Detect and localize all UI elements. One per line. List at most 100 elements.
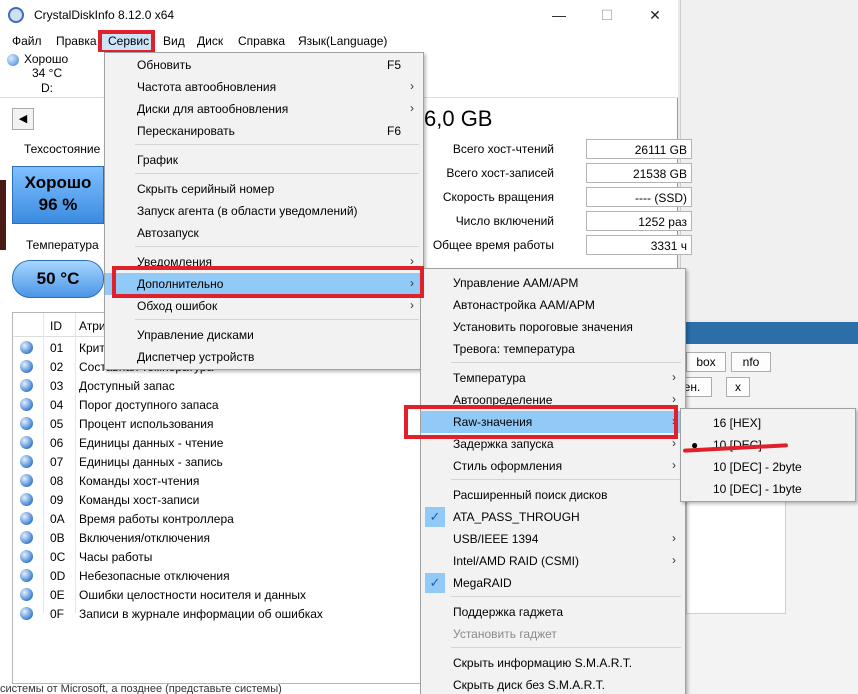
service-menu-item-autostart[interactable]: Автозапуск [105, 222, 423, 244]
service-menu-item-graph[interactable]: График [105, 149, 423, 171]
annotation-box-advanced [112, 266, 424, 298]
service-menu-item-device-manager[interactable]: Диспетчер устройств [105, 346, 423, 368]
attr-id: 0A [50, 512, 65, 526]
menu-item-shortcut: F5 [386, 58, 401, 72]
menu-item-label: USB/IEEE 1394 [453, 532, 539, 546]
background-x-button[interactable]: x [726, 377, 750, 397]
advanced-menu-item-hide-smart[interactable]: Скрыть информацию S.M.A.R.T. [421, 652, 685, 674]
menu-disk[interactable]: Диск [197, 34, 223, 48]
raw-menu-item-hex16[interactable]: 16 [HEX] [681, 412, 855, 434]
stat-value: 21538 GB [586, 163, 692, 183]
stat-row: Скорость вращения ---- (SSD) [424, 187, 692, 209]
menu-separator [451, 596, 681, 597]
service-menu-item-agent-startup[interactable]: Запуск агента (в области уведомлений) [105, 200, 423, 222]
advanced-menu-item-thresholds[interactable]: Установить пороговые значения [421, 316, 685, 338]
chevron-right-icon: › [672, 392, 676, 406]
menu-help[interactable]: Справка [238, 34, 285, 48]
advanced-menu-item-temp-alarm[interactable]: Тревога: температура [421, 338, 685, 360]
service-menu-item-auto-refresh-disks[interactable]: Диски для автообновления › [105, 98, 423, 120]
col-id-header[interactable]: ID [50, 319, 62, 333]
advanced-menu-item-theme[interactable]: Стиль оформления › [421, 455, 685, 477]
background-nfo-button[interactable]: nfo [731, 352, 771, 372]
advanced-menu-item-usb-ieee1394[interactable]: USB/IEEE 1394 › [421, 528, 685, 550]
attr-name: Ошибки целостности носителя и данных [79, 588, 307, 602]
service-menu-item-auto-refresh-rate[interactable]: Частота автообновления › [105, 76, 423, 98]
status-dot-icon [20, 607, 33, 620]
stat-row: Общее время работы 3331 ч [424, 235, 692, 257]
drive-temp[interactable]: 34 °C [32, 66, 62, 80]
maximize-icon[interactable]: ☐ [584, 4, 630, 26]
drive-letter[interactable]: D: [41, 81, 53, 95]
prev-disk-icon[interactable]: ◀ [12, 108, 34, 130]
attr-name: Включения/отключения [79, 531, 210, 545]
service-menu-item-hide-serial[interactable]: Скрыть серийный номер [105, 178, 423, 200]
table-row[interactable]: 0B Включения/отключения [13, 528, 423, 547]
status-dot-icon [20, 341, 33, 354]
service-menu-item-disk-management[interactable]: Управление дисками [105, 324, 423, 346]
service-menu-item-rescan[interactable]: Пересканировать F6 [105, 120, 423, 142]
status-dot-icon [20, 417, 33, 430]
status-dot-icon [20, 531, 33, 544]
background-textarea[interactable] [686, 500, 786, 614]
menu-item-label: Установить гаджет [453, 627, 557, 641]
drive-status[interactable]: Хорошо [24, 52, 68, 66]
status-dot-icon [20, 493, 33, 506]
attr-name: Команды хост-чтения [79, 474, 200, 488]
menu-item-label: Автозапуск [137, 226, 199, 240]
table-row[interactable]: 08 Команды хост-чтения [13, 471, 423, 490]
stat-value: 1252 раз [586, 211, 692, 231]
menu-item-label: 10 [DEC] - 1byte [713, 482, 802, 496]
stat-row: Число включений 1252 раз [424, 211, 692, 233]
drive-status-icon[interactable] [7, 54, 19, 66]
menu-service[interactable]: Сервис [108, 34, 149, 48]
minimize-icon[interactable]: — [536, 4, 582, 26]
health-status: Хорошо [24, 173, 92, 192]
table-row[interactable]: 09 Команды хост-записи [13, 490, 423, 509]
service-menu-item-refresh[interactable]: Обновить F5 [105, 54, 423, 76]
advanced-menu-item-aam-apm[interactable]: Управление AAM/APM [421, 272, 685, 294]
table-row[interactable]: 0C Часы работы [13, 547, 423, 566]
close-icon[interactable]: ✕ [632, 4, 678, 26]
advanced-menu-item-install-gadget[interactable]: Установить гаджет [421, 623, 685, 645]
advanced-menu-item-aam-apm-auto[interactable]: Автонастройка AAM/APM [421, 294, 685, 316]
menu-view[interactable]: Вид [163, 34, 185, 48]
table-row[interactable]: 04 Порог доступного запаса [13, 395, 423, 414]
menu-item-label: Частота автообновления [137, 80, 277, 94]
table-row[interactable]: 0F Записи в журнале информации об ошибках [13, 604, 423, 623]
table-row[interactable]: 0A Время работы контроллера [13, 509, 423, 528]
background-blue-bar [680, 322, 858, 344]
menu-language[interactable]: Язык(Language) [298, 34, 387, 48]
raw-values-submenu: 16 [HEX]●10 [DEC]10 [DEC] - 2byte10 [DEC… [680, 408, 856, 502]
advanced-menu-item-megaraid[interactable]: ✓ MegaRAID [421, 572, 685, 594]
menu-edit[interactable]: Правка [56, 34, 97, 48]
menu-file[interactable]: Файл [12, 34, 42, 48]
raw-menu-item-dec10-1byte[interactable]: 10 [DEC] - 1byte [681, 478, 855, 500]
health-status-box[interactable]: Хорошо 96 % [12, 166, 104, 224]
menu-item-label: 10 [DEC] - 2byte [713, 460, 802, 474]
advanced-menu-item-temperature[interactable]: Температура › [421, 367, 685, 389]
table-row[interactable]: 05 Процент использования [13, 414, 423, 433]
stat-key: Всего хост-чтений [452, 142, 554, 156]
advanced-menu-item-ata-pass-through[interactable]: ✓ ATA_PASS_THROUGH [421, 506, 685, 528]
menu-item-label: Обход ошибок [137, 299, 218, 313]
attr-id: 02 [50, 360, 64, 374]
status-dot-icon [20, 588, 33, 601]
table-row[interactable]: 03 Доступный запас [13, 376, 423, 395]
attr-name: Единицы данных - запись [79, 455, 223, 469]
advanced-menu-item-advanced-search[interactable]: Расширенный поиск дисков [421, 484, 685, 506]
table-row[interactable]: 0E Ошибки целостности носителя и данных [13, 585, 423, 604]
advanced-menu-item-intel-amd-raid[interactable]: Intel/AMD RAID (CSMI) › [421, 550, 685, 572]
menu-service-highlight[interactable]: Сервис [98, 30, 155, 54]
status-dot-icon [20, 512, 33, 525]
advanced-menu-item-hide-no-smart[interactable]: Скрыть диск без S.M.A.R.T. [421, 674, 685, 694]
menu-separator [135, 173, 419, 174]
background-box-button[interactable]: box [686, 352, 726, 372]
advanced-menu-item-gadget-support[interactable]: Поддержка гаджета [421, 601, 685, 623]
service-menu-item-error-workaround[interactable]: Обход ошибок › [105, 295, 423, 317]
attr-name: Небезопасные отключения [79, 569, 230, 583]
menu-item-shortcut: F6 [386, 124, 401, 138]
raw-menu-item-dec10-2byte[interactable]: 10 [DEC] - 2byte [681, 456, 855, 478]
table-row[interactable]: 06 Единицы данных - чтение [13, 433, 423, 452]
table-row[interactable]: 07 Единицы данных - запись [13, 452, 423, 471]
table-row[interactable]: 0D Небезопасные отключения [13, 566, 423, 585]
